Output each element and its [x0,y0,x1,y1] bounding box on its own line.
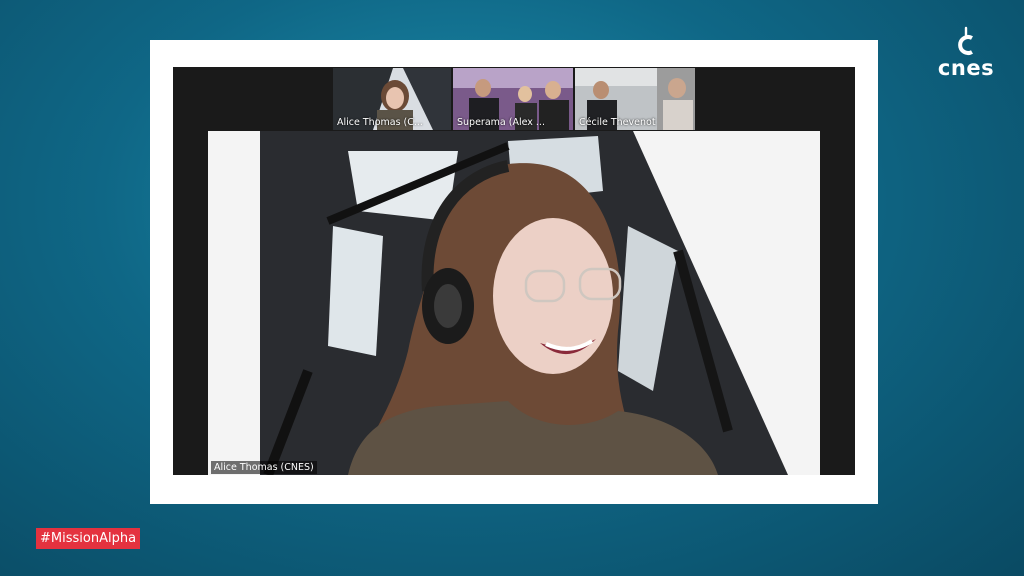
participant-name: Alice Thomas (C... [337,117,423,128]
hashtag-badge: #MissionAlpha [36,528,141,549]
participant-tile[interactable]: Cécile Thevenot ... [575,68,657,130]
participant-name: Cécile Thevenot ... [579,117,657,128]
participant-tile[interactable]: Superama (Alex ... [453,68,573,130]
active-speaker-video [208,131,820,475]
cnes-logo-icon [958,26,973,55]
active-speaker-name: Alice Thomas (CNES) [211,461,317,474]
participant-strip: Alice Thomas (C... Superama (Alex ... Cé… [333,68,695,130]
participant-tile[interactable] [657,68,695,130]
logo-text: cnes [937,56,995,80]
cnes-logo: cnes [934,26,998,82]
participant-tile[interactable]: Alice Thomas (C... [333,68,451,130]
speaker-scene [260,131,788,475]
participant-video [657,68,695,130]
participant-name: Superama (Alex ... [457,117,545,128]
